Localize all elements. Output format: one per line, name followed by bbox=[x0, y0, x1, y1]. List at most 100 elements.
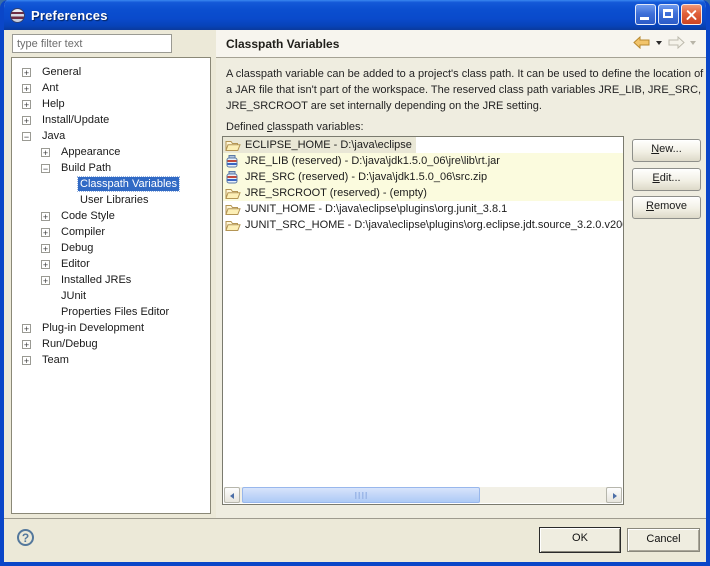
sidebar-item-label: Code Style bbox=[59, 209, 117, 223]
back-icon[interactable] bbox=[633, 36, 651, 49]
back-history-dropdown-icon[interactable] bbox=[656, 41, 662, 45]
folder-icon bbox=[225, 186, 242, 200]
expand-icon[interactable]: + bbox=[41, 148, 50, 157]
eclipse-logo-icon bbox=[10, 8, 25, 23]
collapse-icon[interactable]: − bbox=[41, 164, 50, 173]
content-panel: Classpath Variables A classpath variable… bbox=[216, 30, 710, 518]
list-item-label: JUNIT_HOME - D:\java\eclipse\plugins\org… bbox=[245, 203, 507, 215]
sidebar-item-label: Installed JREs bbox=[59, 273, 133, 287]
sidebar-item-label: Plug-in Development bbox=[40, 321, 146, 335]
preferences-dialog: Preferences + General + Ant + Help + Install… bbox=[0, 0, 710, 566]
sidebar-item-editor[interactable]: + Editor bbox=[12, 256, 210, 272]
sidebar-item-label: Java bbox=[40, 129, 67, 143]
expand-icon[interactable]: + bbox=[41, 276, 50, 285]
minimize-button[interactable] bbox=[635, 4, 656, 25]
scroll-left-icon[interactable] bbox=[224, 487, 240, 503]
sidebar-item-plugin-development[interactable]: + Plug-in Development bbox=[12, 320, 210, 336]
sidebar-item-label: Run/Debug bbox=[40, 337, 100, 351]
list-item-label: JRE_SRCROOT (reserved) - (empty) bbox=[245, 187, 427, 199]
defined-variables-label: Defined classpath variables: bbox=[226, 121, 364, 133]
list-item-label: JRE_SRC (reserved) - D:\java\jdk1.5.0_06… bbox=[245, 171, 487, 183]
sidebar-item-compiler[interactable]: + Compiler bbox=[12, 224, 210, 240]
jar-icon bbox=[225, 170, 242, 184]
window-title: Preferences bbox=[31, 8, 108, 23]
folder-icon bbox=[225, 202, 242, 216]
sidebar-item-label: Compiler bbox=[59, 225, 107, 239]
expand-icon[interactable]: + bbox=[22, 100, 31, 109]
sidebar-item-label: Help bbox=[40, 97, 67, 111]
sidebar-item-help[interactable]: + Help bbox=[12, 96, 210, 112]
sidebar-item-label: Ant bbox=[40, 81, 61, 95]
expand-icon[interactable]: + bbox=[22, 84, 31, 93]
sidebar-item-ant[interactable]: + Ant bbox=[12, 80, 210, 96]
sidebar-item-build-path[interactable]: −Build Path bbox=[12, 160, 210, 176]
jar-icon bbox=[225, 154, 242, 168]
preferences-tree: +General +Ant +Help +Install/Update −Jav… bbox=[11, 57, 211, 514]
scrollbar-thumb[interactable] bbox=[242, 487, 480, 503]
folder-icon bbox=[225, 218, 242, 232]
sidebar-item-general[interactable]: + General bbox=[12, 64, 210, 80]
sidebar-item-appearance[interactable]: + Appearance bbox=[12, 144, 210, 160]
sidebar-item-junit[interactable]: JUnit bbox=[12, 288, 210, 304]
list-item[interactable]: JRE_LIB (reserved) - D:\java\jdk1.5.0_06… bbox=[223, 153, 623, 169]
title-bar[interactable]: Preferences bbox=[0, 0, 710, 30]
sidebar-item-label: Appearance bbox=[59, 145, 122, 159]
sidebar-item-team[interactable]: + Team bbox=[12, 352, 210, 368]
list-item[interactable]: JUNIT_SRC_HOME - D:\java\eclipse\plugins… bbox=[223, 217, 623, 233]
sidebar-item-label: Properties Files Editor bbox=[59, 305, 171, 319]
filter-input[interactable] bbox=[12, 34, 172, 53]
list-item[interactable]: JRE_SRCROOT (reserved) - (empty) bbox=[223, 185, 623, 201]
sidebar-item-label: Install/Update bbox=[40, 113, 111, 127]
sidebar-item-code-style[interactable]: + Code Style bbox=[12, 208, 210, 224]
help-icon[interactable]: ? bbox=[17, 529, 34, 546]
sidebar-item-classpath-variables[interactable]: Classpath Variables bbox=[12, 176, 210, 192]
close-button[interactable] bbox=[681, 4, 702, 25]
sidebar-item-java[interactable]: −Java bbox=[12, 128, 210, 144]
sidebar-item-label: Team bbox=[40, 353, 71, 367]
sidebar-item-label: General bbox=[40, 65, 83, 79]
sidebar-item-label: Build Path bbox=[59, 161, 113, 175]
page-header: Classpath Variables bbox=[216, 30, 710, 58]
list-item[interactable]: JUNIT_HOME - D:\java\eclipse\plugins\org… bbox=[223, 201, 623, 217]
expand-icon[interactable]: + bbox=[41, 228, 50, 237]
expand-icon[interactable]: + bbox=[22, 356, 31, 365]
list-item-label: JUNIT_SRC_HOME - D:\java\eclipse\plugins… bbox=[245, 219, 623, 231]
sidebar-item-installed-jres[interactable]: + Installed JREs bbox=[12, 272, 210, 288]
expand-icon[interactable]: + bbox=[41, 244, 50, 253]
list-item[interactable]: ECLIPSE_HOME - D:\java\eclipse bbox=[223, 137, 623, 153]
sidebar-item-properties-files-editor[interactable]: Properties Files Editor bbox=[12, 304, 210, 320]
horizontal-scrollbar[interactable] bbox=[224, 487, 622, 503]
sidebar-item-label: Editor bbox=[59, 257, 92, 271]
sidebar-item-label: JUnit bbox=[59, 289, 88, 303]
maximize-button[interactable] bbox=[658, 4, 679, 25]
folder-icon bbox=[225, 138, 242, 152]
sidebar-item-label: Classpath Variables bbox=[78, 177, 179, 191]
description-text: A classpath variable can be added to a p… bbox=[226, 66, 704, 114]
sidebar-item-label: Debug bbox=[59, 241, 95, 255]
edit-button[interactable]: Edit... bbox=[632, 168, 701, 191]
collapse-icon[interactable]: − bbox=[22, 132, 31, 141]
list-item-label: ECLIPSE_HOME - D:\java\eclipse bbox=[245, 139, 412, 151]
expand-icon[interactable]: + bbox=[22, 116, 31, 125]
new-button[interactable]: New... bbox=[632, 139, 701, 162]
page-title: Classpath Variables bbox=[216, 37, 339, 51]
scroll-right-icon[interactable] bbox=[606, 487, 622, 503]
remove-button[interactable]: Remove bbox=[632, 196, 701, 219]
sidebar-item-user-libraries[interactable]: User Libraries bbox=[12, 192, 210, 208]
sidebar-item-debug[interactable]: + Debug bbox=[12, 240, 210, 256]
expand-icon[interactable]: + bbox=[41, 260, 50, 269]
expand-icon[interactable]: + bbox=[22, 68, 31, 77]
expand-icon[interactable]: + bbox=[22, 340, 31, 349]
expand-icon[interactable]: + bbox=[22, 324, 31, 333]
sidebar-item-install-update[interactable]: + Install/Update bbox=[12, 112, 210, 128]
list-item-label: JRE_LIB (reserved) - D:\java\jdk1.5.0_06… bbox=[245, 155, 500, 167]
list-item[interactable]: JRE_SRC (reserved) - D:\java\jdk1.5.0_06… bbox=[223, 169, 623, 185]
expand-icon[interactable]: + bbox=[41, 212, 50, 221]
cancel-button[interactable]: Cancel bbox=[627, 528, 700, 552]
ok-button[interactable]: OK bbox=[539, 527, 621, 553]
sidebar-item-label: User Libraries bbox=[78, 193, 150, 207]
classpath-variables-list[interactable]: ECLIPSE_HOME - D:\java\eclipse JRE_LIB (… bbox=[222, 136, 624, 505]
sidebar-item-run-debug[interactable]: + Run/Debug bbox=[12, 336, 210, 352]
forward-history-dropdown-icon[interactable] bbox=[690, 41, 696, 45]
forward-icon[interactable] bbox=[667, 36, 685, 49]
